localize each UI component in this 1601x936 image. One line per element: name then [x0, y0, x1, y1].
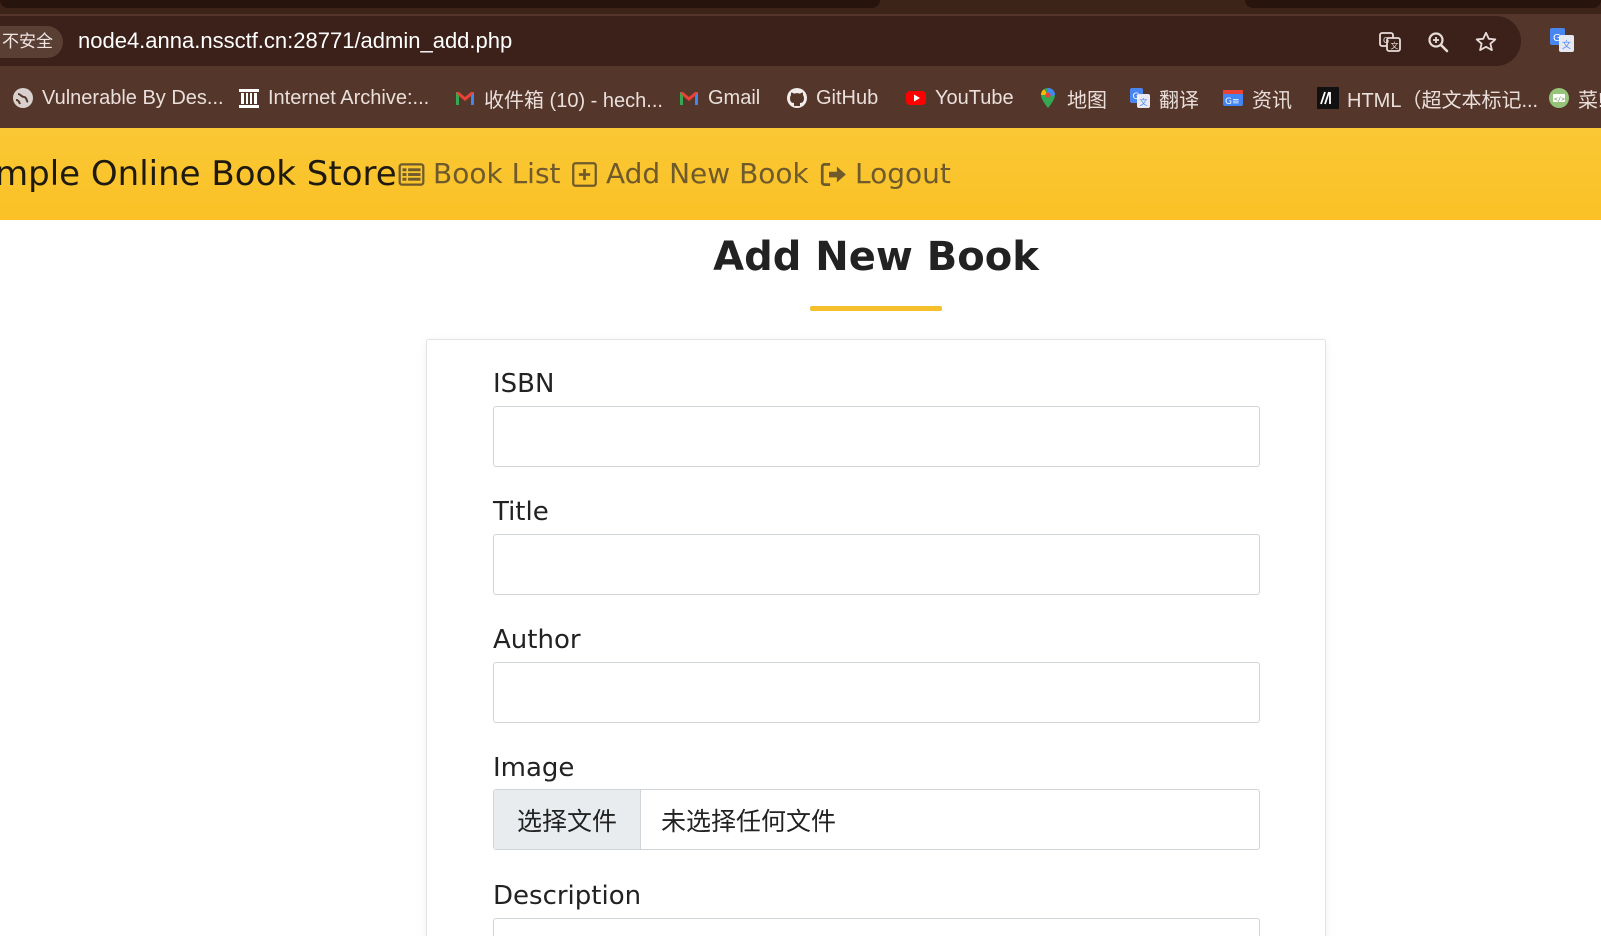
zoom-icon[interactable] [1426, 30, 1450, 54]
list-icon [398, 162, 425, 186]
description-textarea[interactable] [493, 918, 1260, 936]
svg-text:文: 文 [1562, 39, 1571, 51]
bookmark-item[interactable]: Internet Archive:... [238, 83, 429, 113]
author-label: Author [493, 625, 581, 655]
translate-icon: G文 [1130, 88, 1150, 108]
nav-book-list-label: Book List [433, 157, 561, 190]
svg-text:G: G [1383, 36, 1389, 45]
choose-file-button[interactable]: 选择文件 [494, 790, 641, 849]
bookmarks-bar: Vulnerable By Des... Internet Archive:..… [0, 68, 1601, 128]
runoob-icon: </> [1549, 88, 1569, 108]
github-icon [787, 88, 807, 108]
svg-text:G: G [1133, 92, 1140, 102]
description-label: Description [493, 881, 642, 911]
bookmark-label: Vulnerable By Des... [42, 86, 224, 109]
nav-add-new-book[interactable]: Add New Book [571, 128, 809, 220]
gmail-icon [680, 92, 698, 105]
image-label: Image [493, 753, 575, 783]
bookmark-label: GitHub [816, 86, 879, 109]
site-navbar: Simple Online Book Store Book List Add N… [0, 128, 1601, 220]
plus-square-icon [572, 161, 597, 187]
address-bar[interactable]: 不安全 node4.anna.nssctf.cn:28771/admin_add… [0, 16, 1521, 66]
bookmark-item[interactable]: G≡ 资讯 [1222, 83, 1292, 113]
author-input[interactable] [493, 662, 1260, 723]
globe-icon [13, 88, 33, 108]
page-title: Add New Book [713, 234, 1039, 280]
bookmark-item[interactable]: Vulnerable By Des... [12, 83, 224, 113]
isbn-label: ISBN [493, 369, 555, 399]
nav-book-list[interactable]: Book List [398, 128, 561, 220]
bookmark-label: Gmail [708, 86, 761, 109]
site-brand[interactable]: Simple Online Book Store [0, 128, 397, 220]
bookmark-item[interactable]: </> 菜! [1548, 83, 1601, 113]
bookmark-label: 收件箱 (10) - hech... [484, 89, 663, 112]
bookmark-label: 地图 [1067, 89, 1107, 112]
browser-tab[interactable] [0, 0, 880, 8]
browser-toolbar: 不安全 node4.anna.nssctf.cn:28771/admin_add… [0, 14, 1601, 68]
bookmark-item[interactable]: 收件箱 (10) - hech... [454, 83, 663, 113]
bookmark-item[interactable]: YouTube [905, 83, 1014, 113]
archive-icon [239, 89, 259, 108]
svg-text:文: 文 [1140, 97, 1148, 107]
gmail-icon [456, 92, 474, 105]
svg-text:G≡: G≡ [1225, 97, 1240, 107]
svg-text:文: 文 [1391, 41, 1399, 51]
title-label: Title [493, 497, 549, 527]
bookmark-item[interactable]: 地图 [1037, 83, 1107, 113]
bookmark-item[interactable]: GitHub [786, 83, 878, 113]
mdn-icon [1317, 87, 1339, 109]
maps-icon [1041, 88, 1055, 108]
bookmark-star-icon[interactable] [1474, 30, 1498, 54]
bookmark-item[interactable]: HTML（超文本标记... [1317, 83, 1538, 113]
bookmark-label: 资讯 [1252, 89, 1292, 112]
svg-text:</>: </> [1554, 96, 1565, 103]
bookmark-item[interactable]: G文 翻译 [1129, 83, 1199, 113]
youtube-icon [906, 91, 926, 105]
title-underline [810, 306, 942, 311]
logout-icon [820, 162, 846, 186]
browser-tab[interactable] [1245, 0, 1601, 8]
image-file-input[interactable]: 选择文件 未选择任何文件 [493, 789, 1260, 850]
browser-tab-strip [0, 0, 1601, 14]
bookmark-label: 翻译 [1159, 89, 1199, 112]
title-input[interactable] [493, 534, 1260, 595]
file-status-text: 未选择任何文件 [661, 806, 837, 836]
bookmark-label: YouTube [935, 86, 1014, 109]
google-translate-extension-icon[interactable]: G 文 [1549, 27, 1575, 53]
nav-logout[interactable]: Logout [820, 128, 951, 220]
nav-logout-label: Logout [855, 157, 951, 190]
svg-text:G: G [1553, 33, 1561, 44]
nav-add-new-book-label: Add New Book [606, 157, 809, 190]
bookmark-label: 菜! [1578, 89, 1601, 112]
bookmark-item[interactable]: Gmail [678, 83, 760, 113]
url-text[interactable]: node4.anna.nssctf.cn:28771/admin_add.php [78, 16, 512, 66]
bookmark-label: Internet Archive:... [268, 86, 430, 109]
isbn-input[interactable] [493, 406, 1260, 467]
security-indicator[interactable]: 不安全 [0, 26, 63, 58]
bookmark-label: HTML（超文本标记... [1347, 89, 1539, 112]
news-icon: G≡ [1223, 90, 1243, 107]
translate-page-icon[interactable]: G 文 [1378, 30, 1402, 54]
